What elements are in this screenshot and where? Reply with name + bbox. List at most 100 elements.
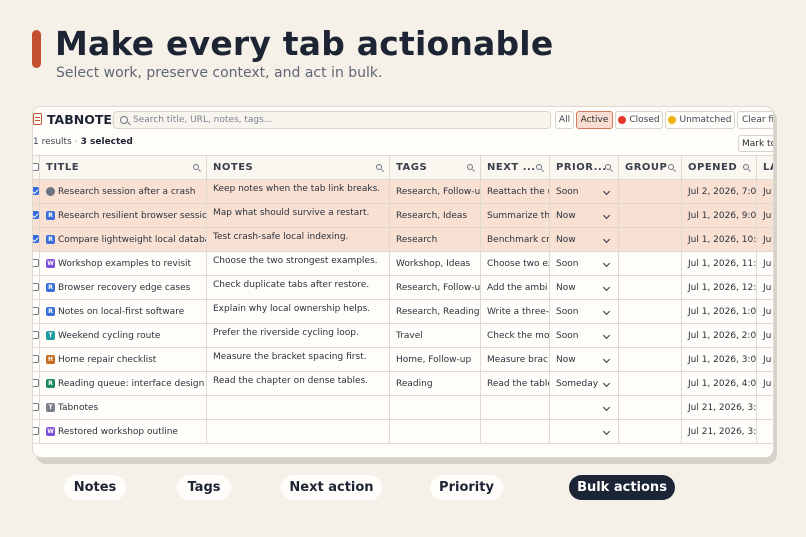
group-cell[interactable] — [618, 299, 682, 324]
tags-cell[interactable]: Research, Ideas — [389, 203, 481, 228]
priority-select[interactable]: Now — [549, 347, 619, 372]
tags-cell[interactable]: Workshop, Ideas — [389, 251, 481, 276]
notes-cell[interactable]: Measure the bracket spacing first. — [206, 347, 390, 372]
table-row[interactable]: Research session after a crash Keep notes… — [33, 179, 773, 204]
next-action-cell[interactable]: Check the mo — [480, 323, 550, 348]
title-cell[interactable]: T Tabnotes — [39, 395, 207, 420]
table-row[interactable]: T Weekend cycling route Prefer the riversi… — [33, 323, 773, 348]
title-cell[interactable]: R Browser recovery edge cases — [39, 275, 207, 300]
group-cell[interactable] — [618, 371, 682, 396]
clear-filters-button[interactable]: Clear fil — [737, 111, 773, 129]
column-search-icon[interactable] — [536, 164, 542, 170]
select-cell[interactable] — [33, 347, 40, 372]
search-input[interactable] — [133, 115, 533, 125]
table-row[interactable]: R Browser recovery edge cases Check duplic… — [33, 275, 773, 300]
col-opened[interactable]: OPENED — [681, 155, 757, 180]
pill-notes[interactable]: Notes — [64, 475, 126, 500]
tags-cell[interactable]: Research — [389, 227, 481, 252]
next-action-cell[interactable]: Benchmark cr — [480, 227, 550, 252]
pill-priority[interactable]: Priority — [430, 475, 503, 500]
next-action-cell[interactable]: Measure brac — [480, 347, 550, 372]
row-checkbox[interactable] — [33, 403, 39, 411]
group-cell[interactable] — [618, 227, 682, 252]
tags-cell[interactable]: Research, Reading — [389, 299, 481, 324]
col-notes[interactable]: NOTES — [206, 155, 390, 180]
filter-all[interactable]: All — [555, 111, 574, 129]
table-row[interactable]: W Workshop examples to revisit Choose the … — [33, 251, 773, 276]
notes-cell[interactable]: Prefer the riverside cycling loop. — [206, 323, 390, 348]
notes-cell[interactable]: Map what should survive a restart. — [206, 203, 390, 228]
priority-select[interactable]: Soon — [549, 179, 619, 204]
priority-select[interactable]: Soon — [549, 323, 619, 348]
next-action-cell[interactable]: Reattach the u — [480, 179, 550, 204]
pill-next-action[interactable]: Next action — [281, 475, 382, 500]
next-action-cell[interactable]: Read the table — [480, 371, 550, 396]
row-checkbox[interactable] — [33, 427, 39, 435]
group-cell[interactable] — [618, 323, 682, 348]
priority-select[interactable] — [549, 395, 619, 420]
select-cell[interactable] — [33, 395, 40, 420]
row-checkbox[interactable] — [33, 283, 39, 291]
col-title[interactable]: TITLE — [39, 155, 207, 180]
search-box[interactable] — [113, 111, 551, 129]
table-row[interactable]: R Compare lightweight local databa... Test… — [33, 227, 773, 252]
row-checkbox[interactable] — [33, 331, 39, 339]
notes-cell[interactable]: Choose the two strongest examples. — [206, 251, 390, 276]
title-cell[interactable]: R Research resilient browser sessions — [39, 203, 207, 228]
next-action-cell[interactable]: Summarize th — [480, 203, 550, 228]
pill-bulk-actions[interactable]: Bulk actions — [569, 475, 675, 500]
tags-cell[interactable] — [389, 395, 481, 420]
group-cell[interactable] — [618, 347, 682, 372]
tags-cell[interactable]: Reading — [389, 371, 481, 396]
tags-cell[interactable]: Home, Follow-up — [389, 347, 481, 372]
col-last[interactable]: LA — [756, 155, 773, 180]
column-search-icon[interactable] — [193, 164, 199, 170]
notes-cell[interactable]: Explain why local ownership helps. — [206, 299, 390, 324]
col-tags[interactable]: TAGS — [389, 155, 481, 180]
filter-active[interactable]: Active — [576, 111, 613, 129]
next-action-cell[interactable]: Write a three- — [480, 299, 550, 324]
group-cell[interactable] — [618, 275, 682, 300]
title-cell[interactable]: R Compare lightweight local databa... — [39, 227, 207, 252]
table-row[interactable]: H Home repair checklist Measure the bracke… — [33, 347, 773, 372]
table-row[interactable]: TTabnotes Jul 21, 2026, 3:... — [33, 395, 773, 420]
filter-unmatched[interactable]: Unmatched — [665, 111, 735, 129]
tags-cell[interactable]: Research, Follow-up — [389, 179, 481, 204]
row-checkbox[interactable] — [33, 379, 39, 387]
tags-cell[interactable]: Travel — [389, 323, 481, 348]
select-cell[interactable] — [33, 179, 40, 204]
col-priority[interactable]: PRIOR... — [549, 155, 619, 180]
column-search-icon[interactable] — [668, 164, 674, 170]
priority-select[interactable]: Now — [549, 275, 619, 300]
row-checkbox[interactable] — [33, 187, 39, 195]
row-checkbox[interactable] — [33, 211, 39, 219]
next-action-cell[interactable]: Add the ambi — [480, 275, 550, 300]
col-group[interactable]: GROUP — [618, 155, 682, 180]
priority-select[interactable]: Soon — [549, 251, 619, 276]
notes-cell[interactable] — [206, 395, 390, 420]
select-cell[interactable] — [33, 227, 40, 252]
priority-select[interactable]: Someday — [549, 371, 619, 396]
priority-select[interactable]: Now — [549, 203, 619, 228]
tags-cell[interactable] — [389, 419, 481, 444]
notes-cell[interactable] — [206, 419, 390, 444]
mark-button[interactable]: Mark to — [738, 135, 773, 152]
group-cell[interactable] — [618, 251, 682, 276]
select-cell[interactable] — [33, 251, 40, 276]
row-checkbox[interactable] — [33, 307, 39, 315]
title-cell[interactable]: W Workshop examples to revisit — [39, 251, 207, 276]
row-checkbox[interactable] — [33, 235, 39, 243]
select-cell[interactable] — [33, 419, 40, 444]
title-cell[interactable]: Research session after a crash — [39, 179, 207, 204]
column-search-icon[interactable] — [605, 164, 611, 170]
next-action-cell[interactable] — [480, 419, 550, 444]
filter-closed[interactable]: Closed — [615, 111, 663, 129]
col-next-action[interactable]: NEXT ... — [480, 155, 550, 180]
column-search-icon[interactable] — [376, 164, 382, 170]
group-cell[interactable] — [618, 203, 682, 228]
select-cell[interactable] — [33, 203, 40, 228]
title-cell[interactable]: T Weekend cycling route — [39, 323, 207, 348]
priority-select[interactable]: Now — [549, 227, 619, 252]
title-cell[interactable]: H Home repair checklist — [39, 347, 207, 372]
select-cell[interactable] — [33, 323, 40, 348]
